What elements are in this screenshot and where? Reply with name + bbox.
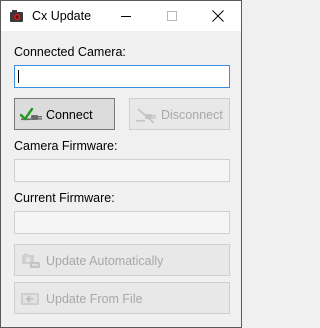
- title-bar[interactable]: Cx Update: [1, 1, 241, 31]
- update-automatically-button[interactable]: Update Automatically: [14, 244, 230, 276]
- maximize-icon: [167, 11, 177, 21]
- camera-firmware-label: Camera Firmware:: [14, 139, 118, 153]
- disconnect-button[interactable]: Disconnect: [129, 98, 230, 130]
- current-firmware-label: Current Firmware:: [14, 191, 115, 205]
- connect-plug-icon: [19, 106, 43, 124]
- connected-camera-field[interactable]: [14, 65, 230, 88]
- connect-button-label: Connect: [46, 108, 93, 122]
- text-caret: [18, 70, 19, 83]
- maximize-button: [149, 1, 195, 31]
- camera-firmware-field[interactable]: [14, 159, 230, 182]
- close-icon: [212, 10, 224, 22]
- connected-camera-label: Connected Camera:: [14, 45, 126, 59]
- update-file-icon: [19, 290, 43, 308]
- camera-icon: [9, 8, 25, 24]
- minimize-icon: [121, 16, 131, 17]
- disconnect-button-label: Disconnect: [161, 108, 223, 122]
- close-button[interactable]: [195, 1, 241, 31]
- current-firmware-field[interactable]: [14, 211, 230, 234]
- minimize-button[interactable]: [103, 1, 149, 31]
- update-from-file-label: Update From File: [46, 292, 143, 306]
- update-auto-icon: [19, 252, 43, 270]
- window-title: Cx Update: [32, 9, 92, 23]
- update-from-file-button[interactable]: Update From File: [14, 282, 230, 314]
- app-window: Cx Update Connected Camera: Connect Disc…: [0, 0, 242, 328]
- connect-button[interactable]: Connect: [14, 98, 115, 130]
- disconnect-plug-icon: [134, 106, 158, 124]
- update-automatically-label: Update Automatically: [46, 254, 164, 268]
